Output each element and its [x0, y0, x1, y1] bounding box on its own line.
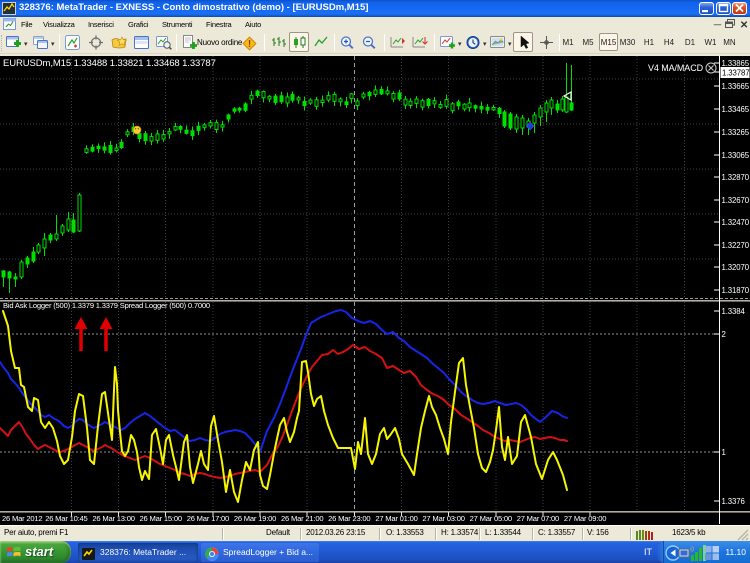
svg-text:26 Mar 23:00: 26 Mar 23:00 — [328, 514, 370, 523]
svg-text:EURUSDm,M15 1.33488 1.33821 1: EURUSDm,M15 1.33488 1.33821 1.33468 1.33… — [3, 58, 216, 69]
svg-text:1.33665: 1.33665 — [722, 82, 750, 91]
svg-text:1.33787: 1.33787 — [722, 69, 749, 78]
svg-text:27 Mar 01:00: 27 Mar 01:00 — [375, 514, 417, 523]
svg-text:26 Mar 13:00: 26 Mar 13:00 — [92, 514, 134, 523]
svg-text:1.32070: 1.32070 — [722, 263, 750, 272]
svg-text:V4 MA/MACD: V4 MA/MACD — [648, 63, 704, 73]
svg-text:26 Mar 15:00: 26 Mar 15:00 — [140, 514, 182, 523]
svg-text:26 Mar 21:00: 26 Mar 21:00 — [281, 514, 323, 523]
svg-text:1.33265: 1.33265 — [722, 128, 750, 137]
svg-text:1.3376: 1.3376 — [722, 497, 745, 506]
svg-text:2: 2 — [722, 330, 726, 339]
svg-text:27 Mar 03:00: 27 Mar 03:00 — [422, 514, 464, 523]
svg-text:26 Mar 17:00: 26 Mar 17:00 — [187, 514, 229, 523]
svg-text:27 Mar 05:00: 27 Mar 05:00 — [470, 514, 512, 523]
svg-text:1.32270: 1.32270 — [722, 241, 750, 250]
svg-text:1: 1 — [722, 448, 726, 457]
svg-text:27 Mar 07:00: 27 Mar 07:00 — [517, 514, 559, 523]
svg-text:1.3384: 1.3384 — [722, 307, 746, 316]
svg-text:Bid Ask Logger (500) 1.3379 1.: Bid Ask Logger (500) 1.3379 1.3379 Sprea… — [3, 301, 210, 310]
svg-text:1.32670: 1.32670 — [722, 196, 750, 205]
svg-text:1.32470: 1.32470 — [722, 218, 750, 227]
svg-text:1.32870: 1.32870 — [722, 173, 750, 182]
svg-text:26 Mar 10:45: 26 Mar 10:45 — [45, 514, 87, 523]
svg-text:26 Mar 19:00: 26 Mar 19:00 — [234, 514, 276, 523]
svg-text:!: ! — [248, 39, 251, 50]
svg-text:1.33465: 1.33465 — [722, 105, 750, 114]
svg-text:1.33065: 1.33065 — [722, 151, 750, 160]
svg-text:26 Mar 2012: 26 Mar 2012 — [2, 514, 42, 523]
svg-text:1.31870: 1.31870 — [722, 286, 750, 295]
svg-text:27 Mar 09:00: 27 Mar 09:00 — [564, 514, 606, 523]
svg-text:1.33865: 1.33865 — [722, 59, 750, 68]
